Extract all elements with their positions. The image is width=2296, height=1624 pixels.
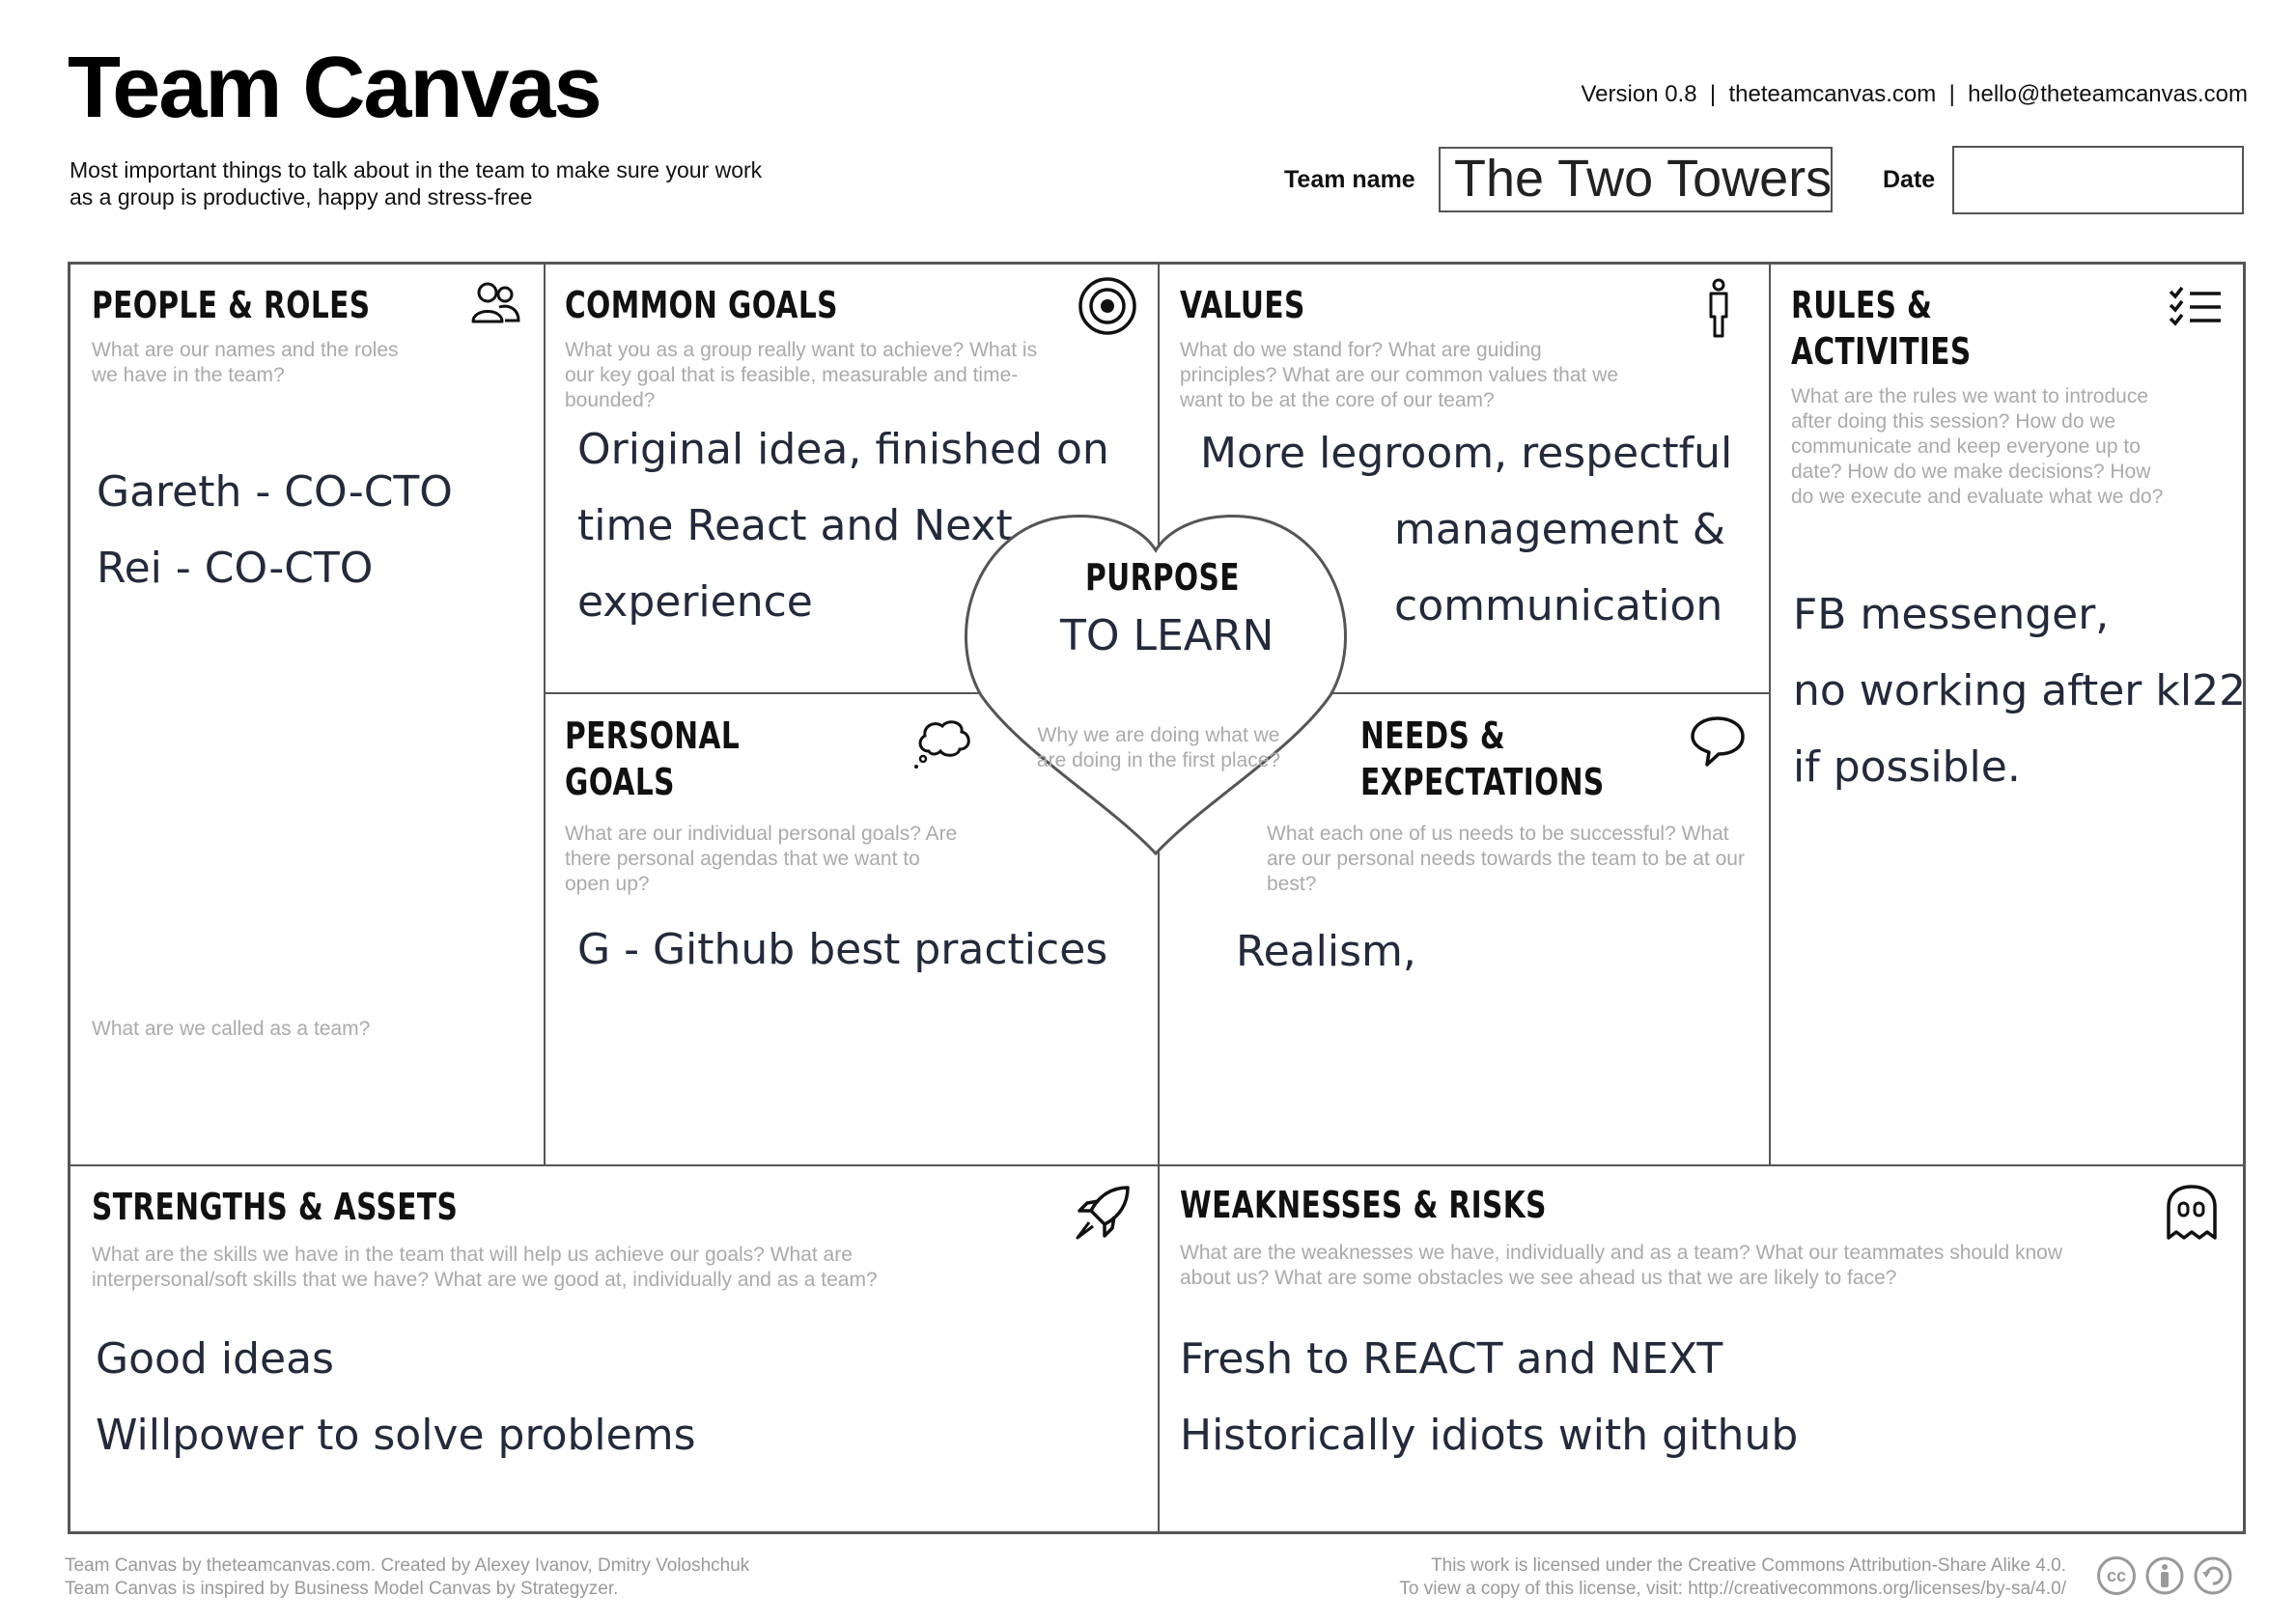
section-hint: What are the weaknesses we have, individ… (1180, 1242, 2062, 1289)
section-title: COMMON GOALS (565, 284, 838, 326)
section-title: EXPECTATIONS (1360, 761, 1605, 803)
entry: Rei - CO-CTO (97, 544, 374, 593)
personal-goals-entries[interactable]: G - Github best practices (577, 911, 1107, 988)
purpose-value[interactable]: TO LEARN (1060, 611, 1274, 660)
ghost-icon (2167, 1185, 2217, 1240)
strengths-entries[interactable]: Good ideas Willpower to solve problems (96, 1321, 696, 1473)
entry: Realism, (1236, 927, 1416, 976)
entry: Gareth - CO-CTO (97, 467, 453, 517)
section-hint: What are the skills we have in the team … (92, 1244, 878, 1291)
team-name-label: Team name (1284, 166, 1415, 193)
entry: FB messenger, (1793, 590, 2110, 639)
divider (1158, 264, 1160, 1532)
entry: G - Github best practices (577, 925, 1108, 974)
footer-credits: Team Canvas by theteamcanvas.com. Create… (65, 1555, 750, 1599)
section-title: NEEDS & (1360, 714, 1506, 757)
rocket-icon (1076, 1186, 1130, 1240)
section-hint: What you as a group really want to achie… (565, 339, 1038, 411)
section-title: WEAKNESSES & RISKS (1180, 1184, 1547, 1226)
entry: if possible. (1793, 742, 2021, 792)
section-hint: What are our individual personal goals? … (565, 823, 958, 895)
section-title: VALUES (1180, 284, 1305, 326)
section-title: PEOPLE & ROLES (92, 284, 371, 326)
share-alike-icon (2194, 1556, 2232, 1595)
rules-entries[interactable]: FB messenger, no working after kl22 if p… (1793, 576, 2246, 805)
page-title: Team Canvas (68, 40, 602, 136)
speech-bubble-icon (1691, 716, 1745, 767)
attribution-icon (2145, 1556, 2184, 1595)
section-title: GOALS (565, 761, 675, 803)
page-subtitle: Most important things to talk about in t… (70, 157, 763, 210)
entry: Willpower to solve problems (96, 1411, 696, 1460)
section-title: RULES & (1791, 284, 1933, 326)
values-entry-0[interactable]: More legroom, respectful (1200, 415, 1732, 491)
needs-entries[interactable]: Realism, (1236, 913, 1416, 990)
date-label: Date (1883, 166, 1936, 193)
checklist-icon (2169, 286, 2221, 326)
section-title: PERSONAL (565, 714, 741, 757)
section-hint: What are the rules we want to introduce … (1791, 385, 2164, 508)
date-field[interactable] (1952, 146, 2244, 214)
divider (70, 1164, 2244, 1166)
weaknesses-entries[interactable]: Fresh to REACT and NEXT Historically idi… (1180, 1321, 1798, 1473)
footer-license: This work is licensed under the Creative… (1399, 1555, 2066, 1599)
purpose-title: PURPOSE (1085, 556, 1240, 599)
divider (1769, 264, 1771, 1165)
purpose-hint: Why we are doing what we are doing in th… (1036, 724, 1281, 771)
version-meta: Version 0.8 | theteamcanvas.com | hello@… (1581, 81, 2248, 107)
section-hint: What are our names and the roles we have… (92, 339, 399, 386)
people-roles-entries[interactable]: Gareth - CO-CTO Rei - CO-CTO (97, 454, 453, 606)
creative-commons-icon: cc (2097, 1556, 2136, 1595)
values-entry-2[interactable]: communication (1394, 568, 1722, 644)
people-icon (471, 282, 520, 323)
entry: Fresh to REACT and NEXT (1180, 1334, 1723, 1384)
entry: Historically idiots with github (1180, 1411, 1799, 1460)
section-hint: What do we stand for? What are guiding p… (1180, 339, 1619, 411)
person-standing-icon (1709, 278, 1728, 338)
section-title: STRENGTHS & ASSETS (92, 1186, 459, 1228)
values-entry-1[interactable]: management & (1394, 491, 1725, 568)
team-name-field[interactable]: The Two Towers (1439, 147, 1833, 212)
target-icon (1078, 277, 1136, 335)
entry: no working after kl22 (1793, 666, 2247, 715)
section-title: ACTIVITIES (1791, 330, 1972, 373)
entry: Original idea, finished on (577, 425, 1109, 474)
entry: Good ideas (96, 1334, 334, 1384)
team-called-hint: What are we called as a team? (92, 1018, 371, 1040)
divider (544, 264, 546, 1165)
